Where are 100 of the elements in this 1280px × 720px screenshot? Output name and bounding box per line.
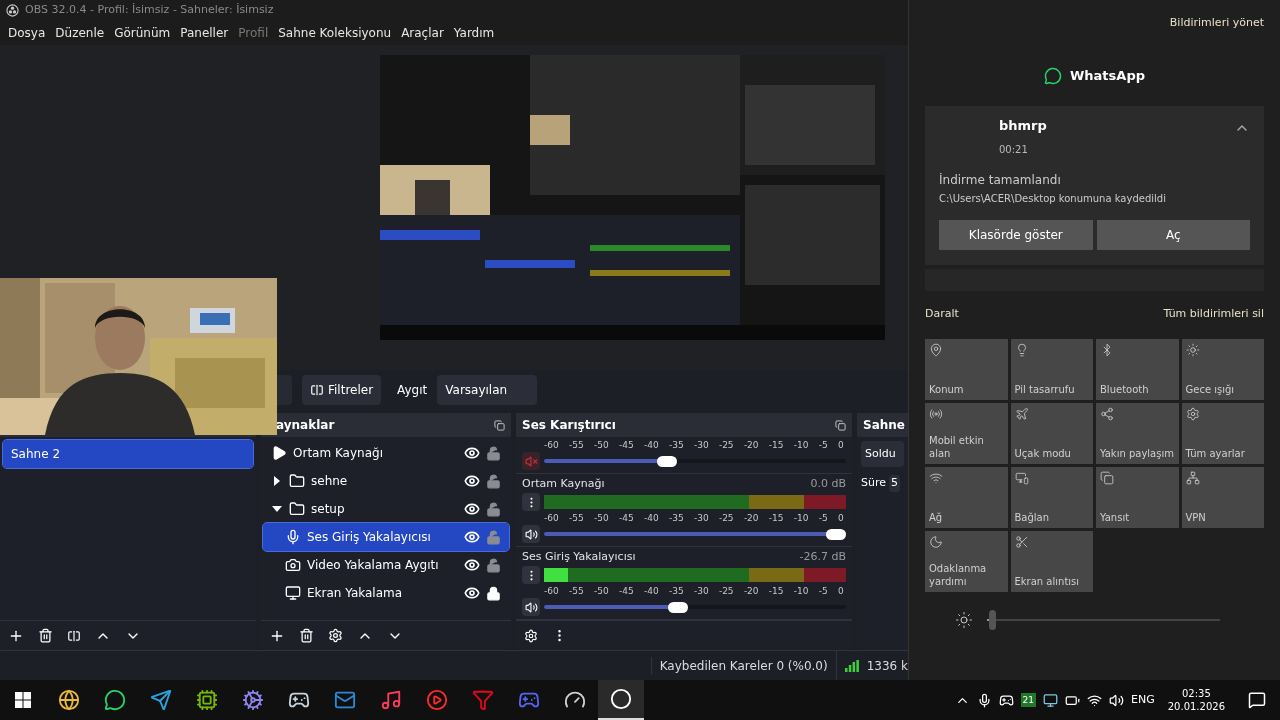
scale-label: -40: [643, 586, 659, 596]
menu-item[interactable]: Sahne Koleksiyonu: [273, 23, 397, 42]
source-name: Ortam Kaynağı: [293, 445, 384, 462]
notification-card[interactable]: bhmrp 00:21 İndirme tamamlandı C:\Users\ACER\Desktop konumuna kaydedildi Klasörde göster Aç: [925, 106, 1264, 265]
menu-item[interactable]: Düzenle: [50, 23, 110, 42]
eye-icon[interactable]: [464, 501, 480, 517]
tile-label: Tüm ayarlar: [1185, 446, 1246, 460]
eye-icon[interactable]: [464, 445, 480, 461]
device-dropdown[interactable]: Varsayılan: [437, 375, 538, 405]
unlocked-icon[interactable]: [486, 501, 501, 517]
clock[interactable]: 02:35 20.01.2026: [1161, 687, 1231, 713]
quick-action-tile[interactable]: Yansıt: [1096, 466, 1179, 528]
eye-icon[interactable]: [464, 529, 480, 545]
speaker-icon[interactable]: [522, 598, 540, 616]
scale-label: -55: [569, 440, 584, 450]
menu-item[interactable]: Yardım: [448, 23, 500, 42]
taskbar-app[interactable]: [598, 680, 644, 720]
trash-icon[interactable]: [299, 628, 314, 643]
scale-label: -50: [593, 586, 609, 596]
share-icon: [1100, 406, 1114, 421]
camera-icon: [285, 557, 301, 573]
quick-action-tile[interactable]: Konum: [925, 338, 1008, 400]
volume-slider[interactable]: [544, 455, 846, 467]
slider-handle[interactable]: [656, 455, 677, 467]
volume-icon[interactable]: [1109, 692, 1125, 708]
record-icon: [610, 688, 632, 710]
settings-icon[interactable]: [328, 628, 343, 643]
scene-item[interactable]: Sahne 2: [3, 440, 253, 468]
gamepad-icon[interactable]: [998, 692, 1014, 708]
language-indicator[interactable]: ENG: [1131, 691, 1155, 709]
slider-handle[interactable]: [668, 601, 689, 613]
quick-action-tile[interactable]: Ağ: [925, 466, 1008, 528]
source-name: Video Yakalama Aygıtı: [307, 557, 440, 574]
notification-action-button[interactable]: Klasörde göster: [939, 219, 1093, 250]
source-item[interactable]: Ekran Yakalama: [263, 579, 509, 607]
quick-action-tile[interactable]: Bluetooth: [1096, 338, 1179, 400]
clear-all-link[interactable]: Tüm bildirimleri sil: [1163, 306, 1264, 323]
unlocked-icon[interactable]: [486, 557, 501, 573]
monitor-icon[interactable]: [1043, 692, 1059, 708]
source-item[interactable]: Ses Giriş Yakalayıcısı: [263, 523, 509, 551]
send-icon: [150, 689, 172, 711]
wifi-icon[interactable]: [1087, 692, 1103, 708]
eye-icon[interactable]: [464, 557, 480, 573]
eye-icon[interactable]: [464, 585, 480, 601]
manage-notifications-link[interactable]: Bildirimleri yönet: [1169, 14, 1264, 32]
lock-icon[interactable]: [486, 585, 501, 601]
tile-label: VPN: [1185, 510, 1207, 524]
menu-item[interactable]: Görünüm: [109, 23, 176, 42]
tray-badge[interactable]: 21: [1020, 693, 1037, 707]
quick-action-tile[interactable]: Odaklanma yardımı: [925, 530, 1008, 592]
quick-action-tile[interactable]: VPN: [1181, 466, 1264, 528]
volume-slider[interactable]: [544, 528, 846, 540]
muted-speaker-icon[interactable]: [522, 452, 540, 470]
scale-label: -10: [793, 586, 809, 596]
notification-action-button[interactable]: Aç: [1096, 219, 1250, 250]
slider-handle[interactable]: [826, 528, 846, 540]
clock-time: 02:35: [1181, 687, 1211, 700]
trash-icon[interactable]: [38, 628, 53, 643]
quick-action-tile[interactable]: Pil tasarrufu: [1010, 338, 1093, 400]
scale-label: -50: [593, 440, 609, 450]
slider-handle[interactable]: [988, 609, 996, 630]
menu-item[interactable]: Araçlar: [396, 23, 449, 42]
speaker-icon[interactable]: [522, 525, 540, 543]
filter-icon[interactable]: [67, 628, 81, 643]
scissors-icon: [1014, 534, 1029, 549]
volume-slider[interactable]: [544, 601, 846, 613]
source-item[interactable]: Video Yakalama Aygıtı: [263, 551, 509, 579]
undock-icon[interactable]: [494, 419, 505, 431]
notification-center-icon[interactable]: [1248, 691, 1266, 709]
menu-item[interactable]: Paneller: [175, 23, 234, 42]
clock-date: 20.01.2026: [1167, 700, 1225, 713]
source-item[interactable]: setup: [263, 495, 509, 523]
menu-item[interactable]: Dosya: [3, 23, 51, 42]
collapse-link[interactable]: Daralt: [925, 306, 959, 323]
quick-action-tile[interactable]: Tüm ayarlar: [1181, 402, 1264, 464]
quick-action-tile[interactable]: Gece ışığı: [1181, 338, 1264, 400]
moon-icon: [929, 534, 943, 549]
settings-icon[interactable]: [524, 628, 538, 643]
source-item[interactable]: sehne: [263, 467, 509, 495]
channel-menu-button[interactable]: [522, 493, 540, 511]
quick-action-tile[interactable]: Mobil etkin alan: [925, 402, 1008, 464]
transition-dropdown[interactable]: Soldu: [861, 441, 904, 467]
notification-title: İndirme tamamlandı: [939, 171, 1062, 189]
channel-menu-button[interactable]: [522, 566, 540, 584]
undock-icon[interactable]: [835, 419, 846, 431]
scale-label: -60: [544, 513, 559, 523]
unlocked-icon[interactable]: [486, 445, 501, 461]
scale-label: -20: [743, 513, 759, 523]
unlocked-icon[interactable]: [486, 473, 501, 489]
quick-action-tile[interactable]: Bağlan: [1010, 466, 1093, 528]
source-item[interactable]: Ortam Kaynağı: [263, 439, 509, 467]
quick-action-tile[interactable]: Uçak modu: [1010, 402, 1093, 464]
quick-action-tile[interactable]: Ekran alıntısı: [1010, 530, 1093, 592]
quick-action-tile[interactable]: Yakın paylaşım: [1096, 402, 1179, 464]
microphone-icon[interactable]: [976, 692, 992, 708]
wifi-icon: [929, 470, 943, 485]
duration-field[interactable]: 5: [889, 475, 900, 492]
brightness-slider[interactable]: [987, 609, 1220, 630]
eye-icon[interactable]: [464, 473, 480, 489]
filters-button[interactable]: Filtreler: [302, 375, 382, 405]
